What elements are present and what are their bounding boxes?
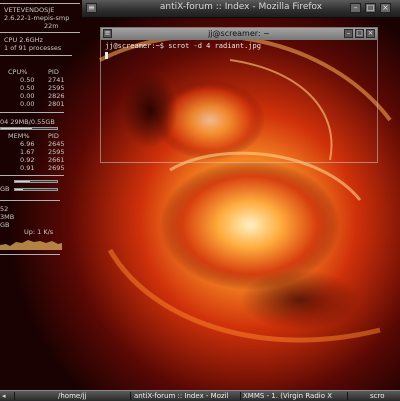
divider bbox=[0, 200, 60, 201]
mem-header: MEM% bbox=[8, 132, 30, 140]
pid-value: 2645 bbox=[48, 140, 65, 148]
cpu-value: 0.50 bbox=[20, 84, 35, 92]
cpu-speed: CPU 2.6GHz bbox=[4, 36, 43, 44]
pid-value: 2695 bbox=[48, 164, 65, 172]
taskbar: ◂ /home/jj antiX-forum :: Index - Mozil … bbox=[0, 390, 400, 401]
pid-value: 2595 bbox=[48, 84, 65, 92]
minimize-icon[interactable]: – bbox=[344, 29, 353, 38]
minimize-icon[interactable]: – bbox=[350, 3, 361, 13]
conky-monitor: VETEVENDOSJE 2.6.22-1-mepis-smp 22m CPU … bbox=[0, 0, 80, 390]
terminal-command[interactable]: jj@screamer:~$ scrot -d 4 radiant.jpg bbox=[105, 42, 261, 50]
net-rate: Up: 1 K/s bbox=[24, 228, 54, 236]
net-value: 3MB bbox=[0, 213, 15, 221]
mem-value: 1.67 bbox=[20, 148, 35, 156]
cpu-header: CPU% bbox=[8, 68, 28, 76]
pid-value: 2741 bbox=[48, 76, 65, 84]
cpu-value: 0.00 bbox=[20, 100, 35, 108]
disk-label: GB bbox=[0, 185, 10, 193]
maximize-icon[interactable]: □ bbox=[355, 29, 364, 38]
maximize-icon[interactable]: □ bbox=[365, 3, 376, 13]
memory-usage: 04 29MB/0.55GB bbox=[0, 118, 55, 126]
terminal-titlebar[interactable]: ≡ jj@screamer: ~ – □ × bbox=[101, 28, 377, 40]
divider bbox=[347, 392, 348, 400]
kernel-version: 2.6.22-1-mepis-smp bbox=[4, 14, 70, 22]
mem-value: 0.92 bbox=[20, 156, 35, 164]
mem-value: 6.96 bbox=[20, 140, 35, 148]
disk-bar bbox=[14, 180, 58, 183]
divider bbox=[0, 3, 80, 4]
pid-value: 2801 bbox=[48, 100, 65, 108]
divider bbox=[240, 392, 241, 400]
divider bbox=[0, 32, 80, 33]
swap-bar bbox=[14, 188, 58, 191]
divider bbox=[14, 392, 15, 400]
uptime: 22m bbox=[44, 22, 59, 30]
divider bbox=[0, 112, 64, 113]
firefox-titlebar[interactable]: ≡ antiX-forum :: Index - Mozilla Firefox… bbox=[82, 0, 400, 18]
divider bbox=[130, 392, 131, 400]
divider bbox=[0, 254, 60, 255]
terminal-title: jj@screamer: ~ bbox=[208, 29, 270, 38]
net-value: 52 bbox=[0, 205, 9, 213]
close-icon[interactable]: × bbox=[380, 3, 391, 13]
pid-header: PID bbox=[48, 132, 59, 140]
pid-value: 2826 bbox=[48, 92, 65, 100]
pid-value: 2661 bbox=[48, 156, 65, 164]
net-value: GB bbox=[0, 221, 10, 229]
close-icon[interactable]: × bbox=[366, 29, 375, 38]
pid-value: 2595 bbox=[48, 148, 65, 156]
cpu-value: 0.00 bbox=[20, 92, 35, 100]
process-count: 1 of 91 processes bbox=[4, 44, 62, 52]
cpu-value: 0.50 bbox=[20, 76, 35, 84]
hostname: VETEVENDOSJE bbox=[4, 6, 55, 14]
memory-bar bbox=[0, 127, 58, 130]
terminal-window[interactable]: ≡ jj@screamer: ~ – □ × jj@screamer:~$ sc… bbox=[100, 27, 378, 163]
mem-value: 0.91 bbox=[20, 164, 35, 172]
text-cursor bbox=[105, 52, 108, 59]
network-graph bbox=[0, 240, 62, 250]
pid-header: PID bbox=[48, 68, 59, 76]
divider bbox=[0, 175, 64, 176]
divider bbox=[0, 55, 72, 56]
